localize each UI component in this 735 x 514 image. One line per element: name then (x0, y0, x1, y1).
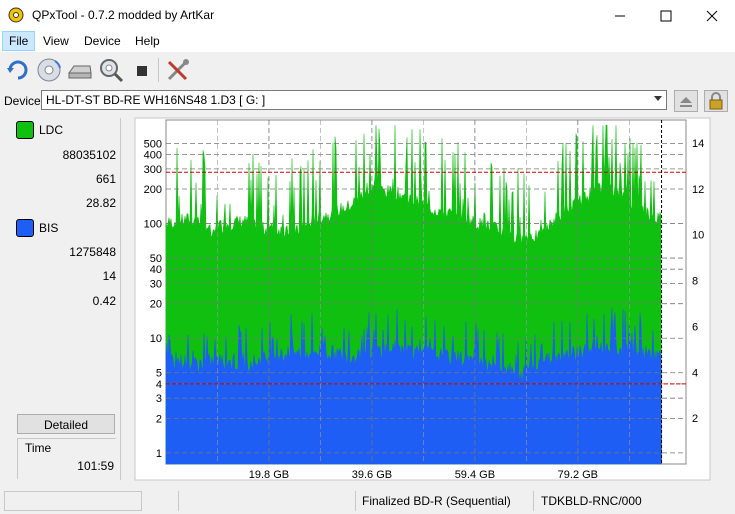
scan-chart: 12345102030405010020030040050019.8 GB 39.… (134, 117, 711, 481)
y-left-tick-label: 300 (144, 164, 162, 176)
y-left-tick-label: 30 (150, 279, 162, 291)
y-left-tick-label: 200 (144, 184, 162, 196)
y-right-tick-label: 12 (692, 184, 704, 196)
y-left-tick-label: 50 (150, 253, 162, 265)
y-left-tick-label: 400 (144, 150, 162, 162)
disc-status: Finalized BD-R (Sequential) (362, 494, 511, 508)
y-right-tick-label: 2 (692, 413, 698, 425)
x-tick-label: 79.2 GB (558, 469, 598, 481)
y-right-tick-label: 10 (692, 230, 704, 242)
y-left-tick-label: 500 (144, 138, 162, 150)
y-left-tick-label: 2 (156, 413, 162, 425)
progress-panel (4, 491, 142, 511)
y-left-tick-label: 5 (156, 368, 162, 380)
status-bar: Finalized BD-R (Sequential) TDKBLD-RNC/0… (0, 488, 735, 514)
media-id: TDKBLD-RNC/000 (541, 494, 642, 508)
y-left-tick-label: 4 (156, 379, 162, 391)
y-right-tick-label: 14 (692, 138, 704, 150)
status-divider (178, 491, 179, 511)
y-left-tick-label: 40 (150, 264, 162, 276)
status-divider (533, 491, 534, 511)
y-right-tick-label: 6 (692, 321, 698, 333)
x-tick-label: 39.6 GB (352, 469, 392, 481)
y-left-tick-label: 1 (156, 448, 162, 460)
x-tick-label: 59.4 GB (455, 469, 495, 481)
y-right-tick-label: 4 (692, 367, 698, 379)
x-tick-label: 19.8 GB (249, 469, 289, 481)
y-left-tick-label: 10 (150, 333, 162, 345)
y-left-tick-label: 3 (156, 393, 162, 405)
y-left-tick-label: 20 (150, 299, 162, 311)
status-divider (355, 491, 356, 511)
y-right-tick-label: 8 (692, 276, 698, 288)
y-left-tick-label: 100 (144, 219, 162, 231)
